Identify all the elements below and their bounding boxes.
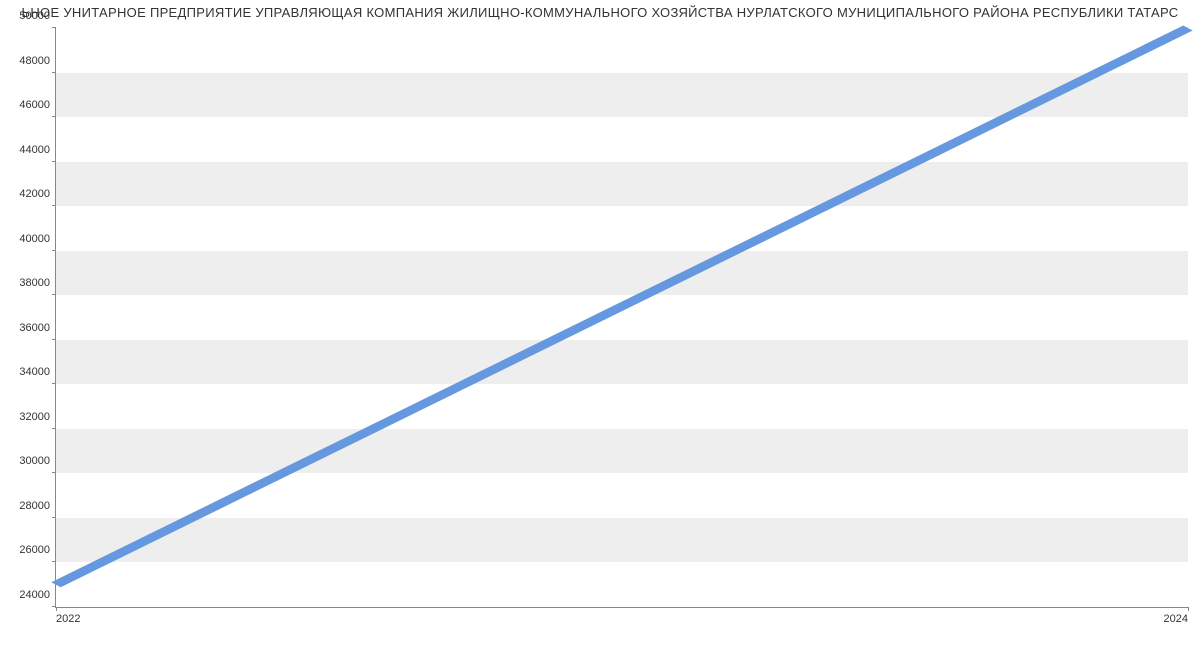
x-tick-mark <box>1188 607 1189 611</box>
y-tick-label: 26000 <box>19 544 50 556</box>
y-tick-label: 38000 <box>19 277 50 289</box>
chart-line-svg <box>56 28 1188 607</box>
plot-area: 24000 26000 28000 30000 32000 34000 3600… <box>55 28 1188 608</box>
x-tick-label: 2024 <box>1164 613 1188 625</box>
y-tick-label: 36000 <box>19 322 50 334</box>
x-tick-mark <box>56 607 57 611</box>
y-tick-label: 30000 <box>19 455 50 467</box>
y-tick-label: 24000 <box>19 589 50 601</box>
y-tick-label: 40000 <box>19 233 50 245</box>
y-tick-label: 50000 <box>19 10 50 22</box>
y-tick-label: 42000 <box>19 188 50 200</box>
y-tick-label: 28000 <box>19 500 50 512</box>
y-tick-label: 32000 <box>19 411 50 423</box>
y-tick-label: 34000 <box>19 366 50 378</box>
y-tick-label: 48000 <box>19 55 50 67</box>
data-series-line <box>56 28 1188 585</box>
y-tick-label: 46000 <box>19 99 50 111</box>
x-tick-label: 2022 <box>56 613 80 625</box>
chart-title: ЬНОЕ УНИТАРНОЕ ПРЕДПРИЯТИЕ УПРАВЛЯЮЩАЯ К… <box>22 5 1179 20</box>
y-tick-label: 44000 <box>19 144 50 156</box>
